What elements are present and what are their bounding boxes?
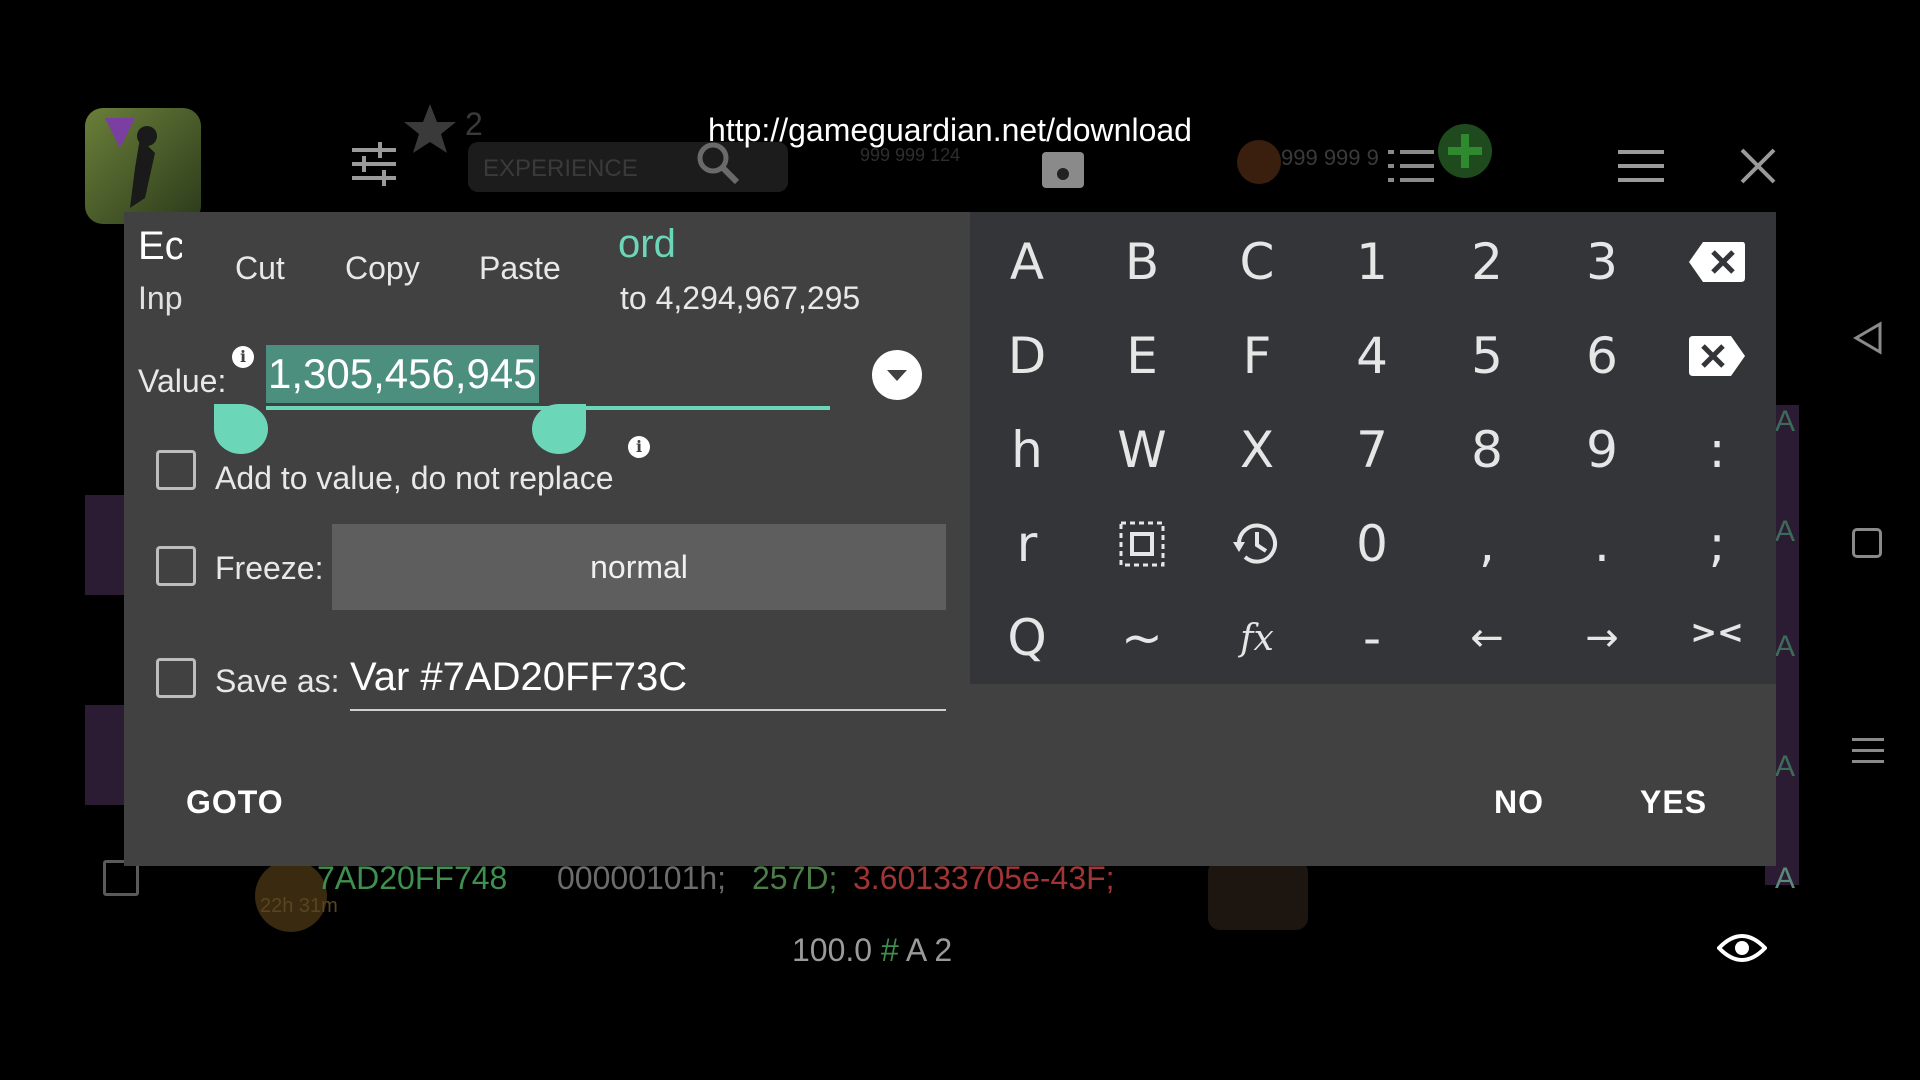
- dialog-title: Ec: [138, 224, 185, 268]
- value-label: Value:: [138, 363, 227, 399]
- rank-badge: [1208, 860, 1308, 930]
- copy-button[interactable]: Copy: [345, 250, 420, 287]
- row-type: A: [1775, 515, 1796, 548]
- xp-label: EXPERIENCE: [483, 155, 638, 182]
- row-highlight: [85, 495, 125, 595]
- freeze-label: Freeze:: [215, 550, 324, 586]
- row-type: A: [1775, 405, 1796, 438]
- result-type: A: [1775, 862, 1796, 895]
- key-minus[interactable]: -: [1317, 598, 1427, 678]
- key-1[interactable]: 1: [1317, 222, 1427, 302]
- list-icon[interactable]: [1388, 146, 1434, 186]
- coin-icon: [1237, 140, 1281, 184]
- save-as-input[interactable]: Var #7AD20FF73C: [350, 655, 946, 711]
- download-url[interactable]: http://gameguardian.net/download: [660, 112, 1240, 149]
- key-4[interactable]: 4: [1317, 316, 1427, 396]
- selection-handle-end[interactable]: [532, 404, 586, 454]
- status-speed: 100.0: [792, 932, 873, 968]
- coins-right: 999 999 9: [1281, 145, 1379, 170]
- delete-key[interactable]: [1662, 316, 1772, 396]
- star-count: 2: [465, 106, 483, 142]
- status-hash: #: [880, 932, 899, 968]
- save-as-label: Save as:: [215, 663, 340, 699]
- nav-back-icon[interactable]: [1850, 320, 1886, 356]
- menu-icon[interactable]: [1618, 148, 1664, 184]
- freeze-mode-select[interactable]: normal: [332, 524, 946, 610]
- nav-home-icon[interactable]: [1852, 528, 1882, 558]
- key-F[interactable]: F: [1202, 316, 1312, 396]
- sliders-icon[interactable]: [350, 142, 398, 186]
- add-to-value-label: Add to value, do not replace: [215, 460, 614, 496]
- backspace-icon: [1689, 242, 1745, 282]
- status-count: 2: [934, 932, 953, 968]
- add-to-value-checkbox[interactable]: [156, 450, 196, 490]
- dialog-subtitle: Inp: [138, 280, 183, 316]
- key-5[interactable]: 5: [1432, 316, 1542, 396]
- save-as-checkbox[interactable]: [156, 658, 196, 698]
- key-W[interactable]: W: [1087, 410, 1197, 490]
- key-0[interactable]: 0: [1317, 504, 1427, 584]
- key-D[interactable]: D: [972, 316, 1082, 396]
- key-7[interactable]: 7: [1317, 410, 1427, 490]
- key-A[interactable]: A: [972, 222, 1082, 302]
- status-bar: 100.0 # A 2: [792, 932, 952, 969]
- key-comma[interactable]: ,: [1432, 504, 1542, 584]
- key-cursor-right[interactable]: →: [1547, 598, 1657, 678]
- key-r[interactable]: r: [972, 504, 1082, 584]
- selection-handle-start[interactable]: [214, 404, 268, 454]
- value-type-label: ord: [618, 222, 676, 266]
- freeze-checkbox[interactable]: [156, 546, 196, 586]
- key-6[interactable]: 6: [1547, 316, 1657, 396]
- key-Q[interactable]: Q: [972, 598, 1082, 678]
- value-history-dropdown[interactable]: [872, 350, 922, 400]
- key-X[interactable]: X: [1202, 410, 1312, 490]
- app-logo-icon[interactable]: [85, 108, 201, 224]
- backspace-key[interactable]: [1662, 222, 1772, 302]
- chevron-down-icon: [887, 370, 907, 381]
- close-icon[interactable]: [1740, 148, 1776, 184]
- history-icon: [1233, 523, 1277, 564]
- eye-icon[interactable]: [1717, 928, 1767, 968]
- key-semicolon[interactable]: ;: [1662, 504, 1772, 584]
- select-all-icon: [1119, 521, 1165, 567]
- nav-recents-icon[interactable]: [1850, 734, 1886, 768]
- goto-button[interactable]: GOTO: [186, 784, 284, 821]
- key-h[interactable]: h: [972, 410, 1082, 490]
- row-type: A: [1775, 630, 1796, 663]
- yes-button[interactable]: YES: [1640, 784, 1707, 821]
- value-range: to 4,294,967,295: [620, 280, 861, 316]
- key-3[interactable]: 3: [1547, 222, 1657, 302]
- key-cursor-left[interactable]: ←: [1432, 598, 1542, 678]
- star-icon: [404, 104, 456, 153]
- delete-icon: [1689, 336, 1745, 376]
- key-E[interactable]: E: [1087, 316, 1197, 396]
- key-8[interactable]: 8: [1432, 410, 1542, 490]
- info-icon[interactable]: i: [232, 346, 254, 368]
- key-colon[interactable]: :: [1662, 410, 1772, 490]
- cut-button[interactable]: Cut: [235, 250, 285, 287]
- key-9[interactable]: 9: [1547, 410, 1657, 490]
- row-highlight: [85, 705, 125, 805]
- select-all-key[interactable]: [1087, 504, 1197, 584]
- key-2[interactable]: 2: [1432, 222, 1542, 302]
- value-input[interactable]: 1,305,456,945: [266, 345, 539, 403]
- history-key[interactable]: [1202, 504, 1312, 584]
- key-collapse[interactable]: ><: [1662, 592, 1772, 672]
- no-button[interactable]: NO: [1494, 784, 1544, 821]
- timer-label: 22h 31m: [260, 895, 338, 917]
- save-icon[interactable]: [1040, 150, 1086, 190]
- key-period[interactable]: .: [1547, 504, 1657, 584]
- add-icon[interactable]: [1438, 124, 1492, 178]
- paste-button[interactable]: Paste: [479, 250, 561, 287]
- status-type: A: [905, 932, 926, 968]
- info-icon[interactable]: i: [628, 436, 650, 458]
- key-C[interactable]: C: [1202, 222, 1312, 302]
- row-type: A: [1775, 750, 1796, 783]
- key-B[interactable]: B: [1087, 222, 1197, 302]
- key-tilde[interactable]: ~: [1087, 598, 1197, 678]
- key-fx[interactable]: fx: [1202, 598, 1312, 678]
